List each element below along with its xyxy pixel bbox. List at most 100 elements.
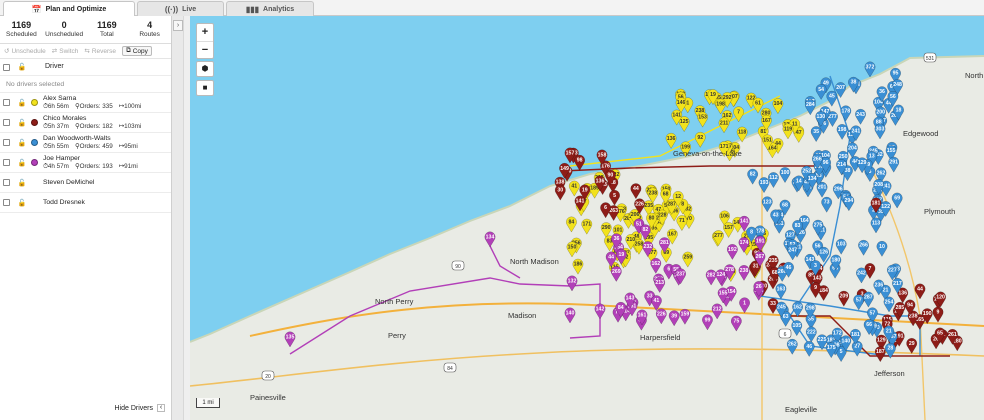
lock-icon[interactable]: 🔓 — [17, 159, 27, 167]
stop-number: 46 — [806, 344, 812, 350]
stop-number: 186 — [574, 262, 583, 268]
stop-number: 226 — [657, 311, 666, 317]
stop-number: 19 — [710, 92, 716, 98]
stop-number: 213 — [655, 280, 664, 286]
driver-checkbox[interactable] — [3, 99, 10, 106]
driver-row[interactable]: 🔓 Alex Sarna ⏱6h 56m ⚲Orders: 335 ↦100mi — [0, 93, 171, 113]
tab-label: Plan and Optimize — [45, 6, 107, 13]
driver-checkbox[interactable] — [3, 139, 10, 146]
pin-icon: ⚲Orders: 335 — [74, 102, 113, 110]
polygon-tool-button[interactable]: ⬢ — [196, 61, 214, 77]
tab-live[interactable]: ((·)) Live — [137, 1, 224, 16]
driver-row[interactable]: 🔓 Todd Dresnek — [0, 193, 171, 213]
stop-number: 204 — [848, 145, 857, 151]
stop-number: 36 — [879, 89, 885, 95]
driver-checkbox[interactable] — [3, 119, 10, 126]
unschedule-button[interactable]: ↺ Unschedule — [4, 47, 46, 56]
driver-name: Todd Dresnek — [43, 198, 85, 206]
stop-number: 254 — [885, 299, 894, 305]
stop-number: 151 — [763, 137, 772, 143]
place-label: North Madison — [510, 257, 559, 266]
zoom-in-button[interactable]: + — [197, 24, 213, 41]
stop-number: 123 — [763, 199, 772, 205]
stop-number: 296 — [834, 186, 843, 192]
zoom-out-button[interactable]: − — [197, 41, 213, 58]
stop-number: 181 — [851, 332, 860, 338]
svg-text:84: 84 — [447, 366, 453, 372]
map-canvas[interactable]: 3515217723515048532912871665270471067271… — [190, 16, 984, 420]
stop-number: 277 — [828, 114, 837, 120]
stop-number: 241 — [852, 128, 861, 134]
stop-number: 258 — [635, 242, 644, 248]
panel-splitter[interactable] — [183, 16, 190, 420]
stop-number: 198 — [716, 101, 725, 107]
clock-icon: ⏱6h 56m — [43, 102, 69, 110]
square-icon: ■ — [202, 83, 208, 92]
stop-number: 235 — [644, 203, 653, 209]
stop-number: 163 — [777, 286, 786, 292]
chevron-right-icon: › — [176, 22, 180, 29]
stop-number: 225 — [818, 337, 827, 343]
stop-number: 172 — [833, 331, 842, 337]
place-label: Eagleville — [785, 405, 817, 414]
stop-number: 29 — [909, 341, 915, 347]
drivers-panel: 1169 Scheduled 0 Unscheduled 1169 Total 4 Ro… — [0, 16, 172, 420]
reverse-button[interactable]: ⇆ Reverse — [84, 47, 116, 56]
stop-number: 140 — [841, 338, 850, 344]
route-map[interactable]: 3515217723515048532912871665270471067271… — [190, 16, 984, 420]
driver-row[interactable]: 🔓 Chico Morales ⏱5h 37m ⚲Orders: 182 ↦103mi — [0, 113, 171, 133]
stop-number: 140 — [566, 310, 575, 316]
driver-row[interactable]: 🔓 Joe Hamper ⏱4h 57m ⚲Orders: 193 ↦91mi — [0, 153, 171, 173]
stop-number: 41 — [571, 184, 577, 190]
stop-number: 245 — [777, 304, 786, 310]
stop-number: 18 — [896, 107, 902, 113]
stop-number: 232 — [643, 244, 652, 250]
stop-number: 180 — [832, 257, 841, 263]
stop-number: 303 — [876, 126, 885, 132]
svg-text:531: 531 — [926, 56, 935, 62]
tab-plan-and-optimize[interactable]: 📅 Plan and Optimize — [3, 1, 135, 17]
lock-icon[interactable]: 🔓 — [17, 63, 27, 71]
stop-number: 120 — [936, 294, 945, 300]
tab-analytics[interactable]: ▮▮▮ Analytics — [226, 1, 314, 16]
stop-number: 287 — [667, 202, 676, 208]
stop-number: 248 — [893, 82, 902, 88]
stop-number: 238 — [740, 268, 749, 274]
driver-checkbox[interactable] — [3, 159, 10, 166]
stop-number: 201 — [818, 185, 827, 191]
driver-name: Dan Woodworth-Walts — [43, 134, 111, 142]
hide-drivers-button[interactable]: Hide Drivers ‹ — [114, 404, 165, 412]
stop-number: 126 — [819, 250, 828, 256]
stop-number: 135 — [286, 334, 295, 340]
lock-icon[interactable]: 🔓 — [17, 119, 27, 127]
driver-checkbox[interactable] — [3, 199, 10, 206]
lock-icon[interactable]: 🔓 — [17, 139, 27, 147]
stop-number: 1 — [686, 100, 689, 106]
stop-number: 46 — [786, 265, 792, 271]
copy-button[interactable]: ⧉ Copy — [122, 46, 152, 56]
stop-number: 21 — [886, 328, 892, 334]
rectangle-tool-button[interactable]: ■ — [196, 80, 214, 96]
driver-row[interactable]: 🔓 Steven DeMichel — [0, 173, 171, 193]
stop-number: 266 — [859, 243, 868, 249]
driver-checkbox[interactable] — [3, 179, 10, 186]
lock-icon[interactable]: 🔓 — [17, 179, 27, 187]
chevron-left-icon: ‹ — [157, 404, 165, 412]
driver-name: Steven DeMichel — [43, 178, 95, 186]
stop-number: 222 — [807, 329, 816, 335]
stop-number: 262 — [877, 170, 886, 176]
lock-icon[interactable]: 🔓 — [17, 99, 27, 107]
stop-number: 92 — [697, 135, 703, 141]
collapse-panel-button[interactable]: › — [173, 20, 183, 31]
switch-button[interactable]: ⇄ Switch — [52, 47, 79, 56]
lock-icon[interactable]: 🔓 — [17, 199, 27, 207]
stop-number: 122 — [881, 204, 890, 210]
svg-text:90: 90 — [455, 264, 461, 270]
zoom-control: + − — [196, 23, 214, 59]
select-all-checkbox[interactable] — [3, 63, 10, 71]
driver-row[interactable]: 🔓 Dan Woodworth-Walts ⏱5h 55m ⚲Orders: 459 ↦… — [0, 133, 171, 153]
stop-number: 171 — [582, 222, 591, 228]
place-label: Geneva-on-the-Lake — [673, 149, 742, 158]
stop-number: 159 — [681, 312, 690, 318]
stop-number: 155 — [719, 290, 728, 296]
